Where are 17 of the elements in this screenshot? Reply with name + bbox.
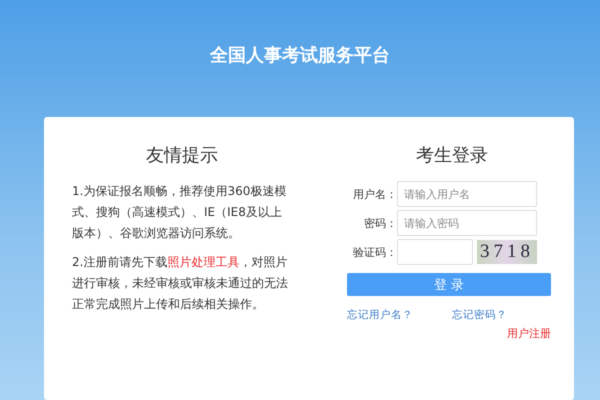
password-field[interactable]: 请输入密码	[397, 210, 537, 236]
username-field[interactable]: 请输入用户名	[397, 181, 537, 207]
captcha-image[interactable]: 3718	[477, 240, 537, 264]
captcha-field[interactable]	[397, 239, 473, 265]
field-label: 验证码：	[352, 244, 397, 260]
forgot-username-link[interactable]: 忘记用户名？	[347, 308, 413, 322]
forgot-password-link[interactable]: 忘记密码？	[452, 308, 507, 322]
page-title: 全国人事考试服务平台	[210, 44, 390, 68]
notice-paragraph: 1.为保证报名顺畅，推荐使用360极速模式、搜狗（高速模式）、IE（IE8及以上版本）、谷歌浏览器访问系统。	[72, 183, 288, 242]
login-title: 考生登录	[415, 144, 489, 167]
field-label: 密码：	[363, 216, 397, 230]
field-label: 用户名：	[352, 186, 397, 202]
notice-title: 友情提示	[145, 144, 219, 167]
download-link[interactable]: 照片处理工具	[167, 255, 240, 269]
login-button[interactable]: 登 录	[347, 273, 551, 296]
register-link[interactable]: 用户注册	[507, 326, 551, 341]
notice-paragraph: 2.注册前请先下载照片处理工具，对照片进行审核，未经审核或审核未通过的无法正常完成照片上传和后续相关操作。	[72, 254, 289, 313]
